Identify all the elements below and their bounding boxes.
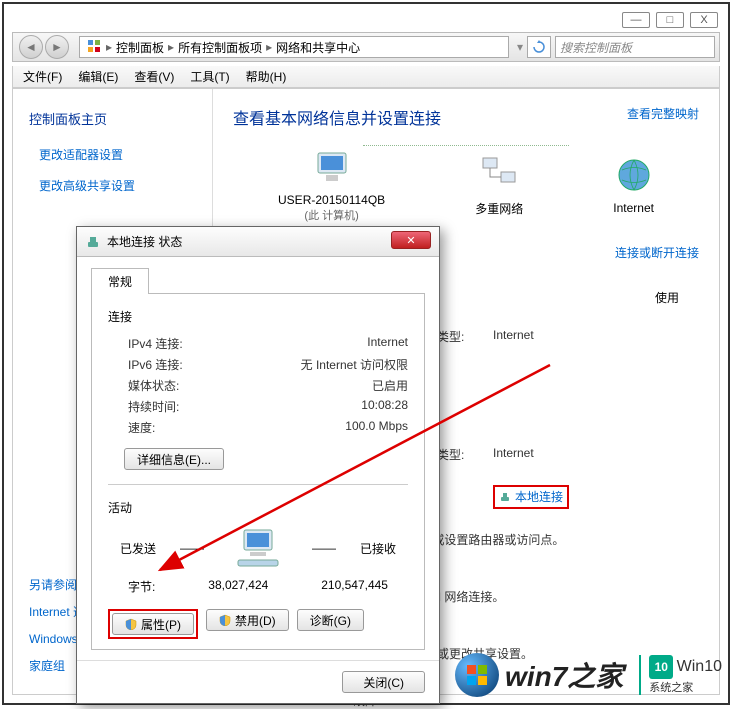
breadcrumb-item[interactable]: 网络和共享中心 [276, 39, 360, 56]
section-activity: 活动 [108, 499, 408, 516]
node-computer-label: USER-20150114QB [278, 193, 385, 207]
bytes-label: 字节: [128, 578, 155, 595]
win10-icon: 10 [649, 655, 673, 679]
breadcrumb-item[interactable]: 所有控制面板项 [178, 39, 262, 56]
computer-icon [312, 147, 352, 187]
watermark-win10b: 系统之家 [649, 679, 722, 695]
activity-icon [228, 526, 288, 570]
menu-tools[interactable]: 工具(T) [190, 68, 229, 85]
received-label: 已接收 [360, 540, 396, 557]
connection-icon [499, 491, 511, 503]
speed-label: 速度: [128, 419, 155, 436]
watermark-win10a: Win10 [677, 658, 722, 675]
ipv4-label: IPv4 连接: [128, 335, 183, 352]
network-icon [479, 154, 519, 194]
details-button[interactable]: 详细信息(E)... [124, 448, 224, 470]
view-full-map-link[interactable]: 查看完整映射 [627, 105, 699, 122]
menu-edit[interactable]: 编辑(E) [78, 68, 118, 85]
disable-button[interactable]: 禁用(D) [206, 609, 289, 631]
back-button[interactable]: ◄ [19, 35, 43, 59]
network-map: USER-20150114QB (此 计算机) 多重网络 Internet [233, 147, 699, 223]
access-type-value-2: Internet [493, 446, 534, 463]
window-controls: — □ X [622, 12, 718, 28]
maximize-button[interactable]: □ [656, 12, 684, 28]
sidebar-adapter-settings[interactable]: 更改适配器设置 [39, 146, 196, 163]
forward-button[interactable]: ► [45, 35, 69, 59]
speed-value: 100.0 Mbps [345, 419, 408, 436]
control-panel-icon [86, 38, 102, 57]
sent-label: 已发送 [120, 540, 156, 557]
connection-icon [85, 234, 101, 250]
menu-help[interactable]: 帮助(H) [246, 68, 287, 85]
connection-status-dialog: 本地连接 状态 ✕ 常规 连接 IPv4 连接: Internet IPv6 连接… [76, 226, 440, 704]
bytes-sent-value: 38,027,424 [208, 578, 268, 595]
node-network[interactable]: 多重网络 [475, 154, 523, 217]
section-connection: 连接 [108, 308, 408, 325]
local-connection-highlighted: 本地连接 [493, 485, 569, 509]
minimize-button[interactable]: — [622, 12, 650, 28]
duration-value: 10:08:28 [361, 398, 408, 415]
dialog-close-button[interactable]: ✕ [391, 231, 431, 249]
ipv6-label: IPv6 连接: [128, 356, 183, 373]
dialog-title: 本地连接 状态 [107, 233, 182, 250]
ipv4-value: Internet [367, 335, 408, 352]
watermark-win7: win7之家 [505, 655, 623, 695]
bytes-received-value: 210,547,445 [321, 578, 388, 595]
media-state-value: 已启用 [372, 377, 408, 394]
sidebar-home[interactable]: 控制面板主页 [29, 109, 196, 128]
menu-bar: 文件(F) 编辑(E) 查看(V) 工具(T) 帮助(H) [12, 66, 720, 88]
menu-view[interactable]: 查看(V) [134, 68, 174, 85]
address-bar[interactable]: ▸ 控制面板 ▸ 所有控制面板项 ▸ 网络和共享中心 [79, 36, 509, 58]
ipv6-value: 无 Internet 访问权限 [301, 356, 408, 373]
shield-icon [125, 618, 137, 630]
node-internet[interactable]: Internet [613, 155, 654, 215]
media-state-label: 媒体状态: [128, 377, 179, 394]
node-computer[interactable]: USER-20150114QB (此 计算机) [278, 147, 385, 223]
windows-orb-icon [455, 653, 499, 697]
access-type-value: Internet [493, 328, 534, 345]
sidebar-advanced-sharing[interactable]: 更改高级共享设置 [39, 177, 196, 194]
globe-icon [614, 155, 654, 195]
local-connection-link[interactable]: 本地连接 [499, 488, 563, 505]
properties-button[interactable]: 属性(P) [112, 613, 194, 635]
search-placeholder: 搜索控制面板 [560, 39, 632, 56]
node-internet-label: Internet [613, 201, 654, 215]
breadcrumb-item[interactable]: 控制面板 [116, 39, 164, 56]
duration-label: 持续时间: [128, 398, 179, 415]
toolbar: ◄ ► ▸ 控制面板 ▸ 所有控制面板项 ▸ 网络和共享中心 ▾ 搜索控制面板 [12, 32, 720, 62]
refresh-button[interactable] [527, 36, 551, 58]
diagnose-button[interactable]: 诊断(G) [297, 609, 364, 631]
menu-file[interactable]: 文件(F) [23, 68, 62, 85]
tab-general[interactable]: 常规 [91, 268, 149, 294]
dialog-titlebar[interactable]: 本地连接 状态 ✕ [77, 227, 439, 257]
node-computer-sub: (此 计算机) [278, 207, 385, 223]
properties-highlighted: 属性(P) [108, 609, 198, 639]
refresh-icon [532, 40, 546, 54]
search-input[interactable]: 搜索控制面板 [555, 36, 715, 58]
node-network-label: 多重网络 [475, 200, 523, 217]
close-button[interactable]: 关闭(C) [342, 671, 425, 693]
watermark: win7之家 10 Win10 系统之家 [455, 653, 722, 697]
close-button[interactable]: X [690, 12, 718, 28]
shield-icon [219, 614, 231, 626]
